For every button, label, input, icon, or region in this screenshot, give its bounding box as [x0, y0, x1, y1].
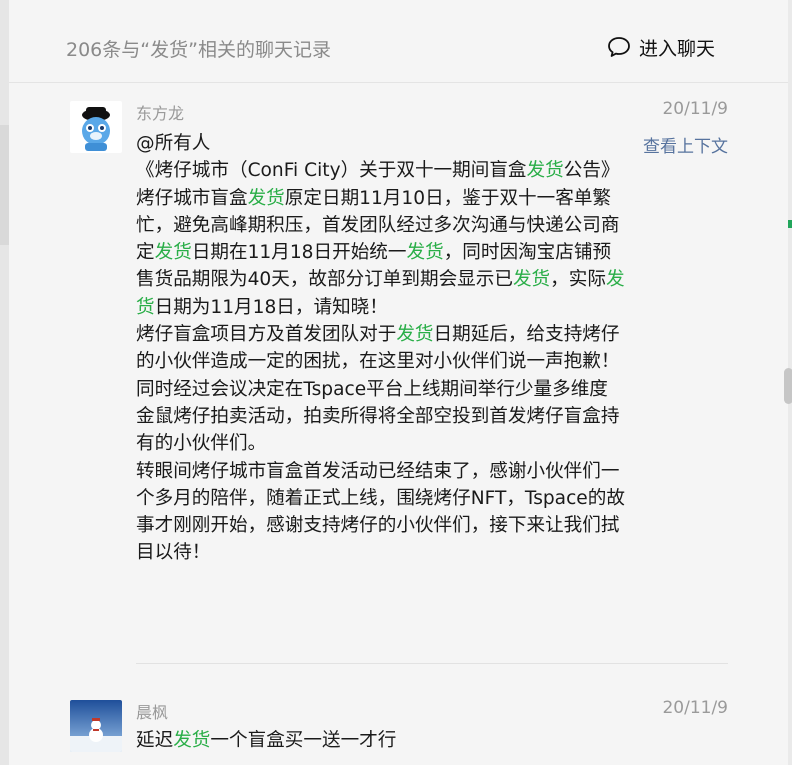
right-edge-marker: [788, 220, 792, 228]
results-count-title: 206条与“发货”相关的聊天记录: [66, 39, 331, 61]
chat-bubble-icon: [608, 37, 630, 57]
keyword-highlight: 发货: [136, 269, 625, 318]
avatar[interactable]: [70, 700, 122, 752]
keyword-highlight: 发货: [396, 324, 434, 346]
left-edge-block: [0, 125, 9, 245]
enter-chat-label: 进入聊天: [639, 37, 716, 60]
left-window-edge: [0, 0, 9, 765]
enter-chat-button[interactable]: 进入聊天: [607, 34, 715, 60]
message-text: @所有人 《烤仔城市（ConFi City）关于双十一期间盲盒发货公告》 烤仔城市盲…: [136, 133, 625, 564]
scrollbar-thumb[interactable]: [784, 368, 792, 404]
message-date: 20/11/9: [662, 698, 728, 718]
keyword-highlight: 发货: [406, 242, 444, 264]
chat-history-panel: 206条与“发货”相关的聊天记录 进入聊天 东方龙 20/11/9 查看上下文 …: [9, 0, 792, 765]
keyword-highlight: 发货: [512, 269, 551, 291]
keyword-highlight: 发货: [173, 730, 211, 751]
view-context-link[interactable]: 查看上下文: [643, 132, 728, 157]
avatar[interactable]: [70, 101, 122, 153]
message-date: 20/11/9: [662, 99, 728, 119]
keyword-highlight: 发货: [154, 242, 192, 264]
sender-name: 东方龙: [136, 104, 185, 123]
message-divider: [136, 663, 728, 664]
message-text: 延迟发货一个盲盒买一送一才行: [136, 730, 397, 751]
keyword-highlight: 发货: [526, 160, 564, 182]
keyword-highlight: 发货: [247, 187, 285, 209]
sender-name: 晨枫: [136, 703, 169, 722]
search-results-header: 206条与“发货”相关的聊天记录 进入聊天: [9, 0, 788, 83]
